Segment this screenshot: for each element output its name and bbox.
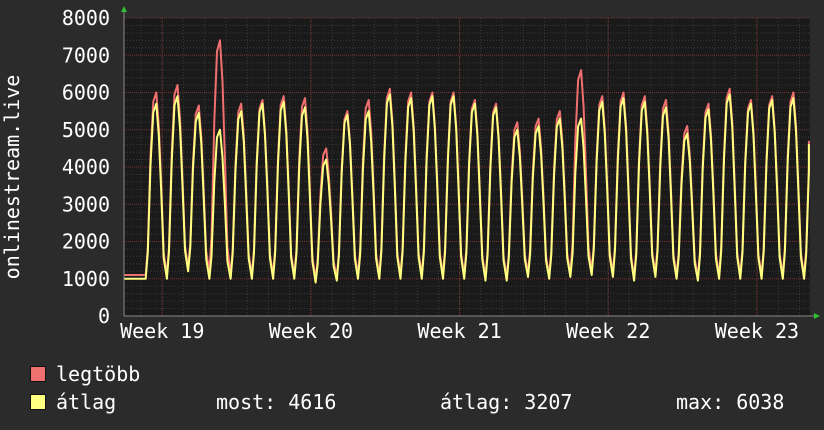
legend-avg: átlag most: 4616 átlag: 3207 max: 6038 xyxy=(30,390,810,414)
y-tick-label: 5000 xyxy=(62,118,110,142)
y-axis-label: onlinestream.live xyxy=(0,75,24,280)
legend-max-swatch xyxy=(30,366,46,382)
y-tick-label: 8000 xyxy=(62,6,110,30)
legend-avg-swatch xyxy=(30,394,46,410)
stat-average: átlag: 3207 xyxy=(440,390,573,414)
y-axis-arrow xyxy=(121,6,127,12)
x-tick-label: Week 23 xyxy=(715,319,799,340)
stat-max: max: 6038 xyxy=(676,390,785,414)
x-tick-label: Week 21 xyxy=(417,319,501,340)
legend-max-label: legtöbb xyxy=(56,362,141,386)
y-tick-label: 4000 xyxy=(62,155,110,179)
y-tick-label: 6000 xyxy=(62,81,110,105)
y-tick-label: 0 xyxy=(98,304,110,328)
x-axis-arrow xyxy=(814,313,820,319)
y-tick-label: 2000 xyxy=(62,230,110,254)
legend-max: legtöbb xyxy=(30,362,140,386)
y-tick-label: 3000 xyxy=(62,192,110,216)
stat-now: most: 4616 xyxy=(216,390,337,414)
y-tick-label: 7000 xyxy=(62,43,110,67)
line-chart: 0 1000 2000 3000 4000 5000 6000 7000 8000 Week 19… xyxy=(0,6,820,340)
y-tick-label: 1000 xyxy=(62,267,110,291)
chart-panel: 0 1000 2000 3000 4000 5000 6000 7000 8000 Week 19… xyxy=(0,0,824,430)
x-tick-label: Week 19 xyxy=(120,319,204,340)
legend-avg-label: átlag xyxy=(56,390,117,414)
x-tick-label: Week 22 xyxy=(566,319,650,340)
x-tick-label: Week 20 xyxy=(269,319,353,340)
